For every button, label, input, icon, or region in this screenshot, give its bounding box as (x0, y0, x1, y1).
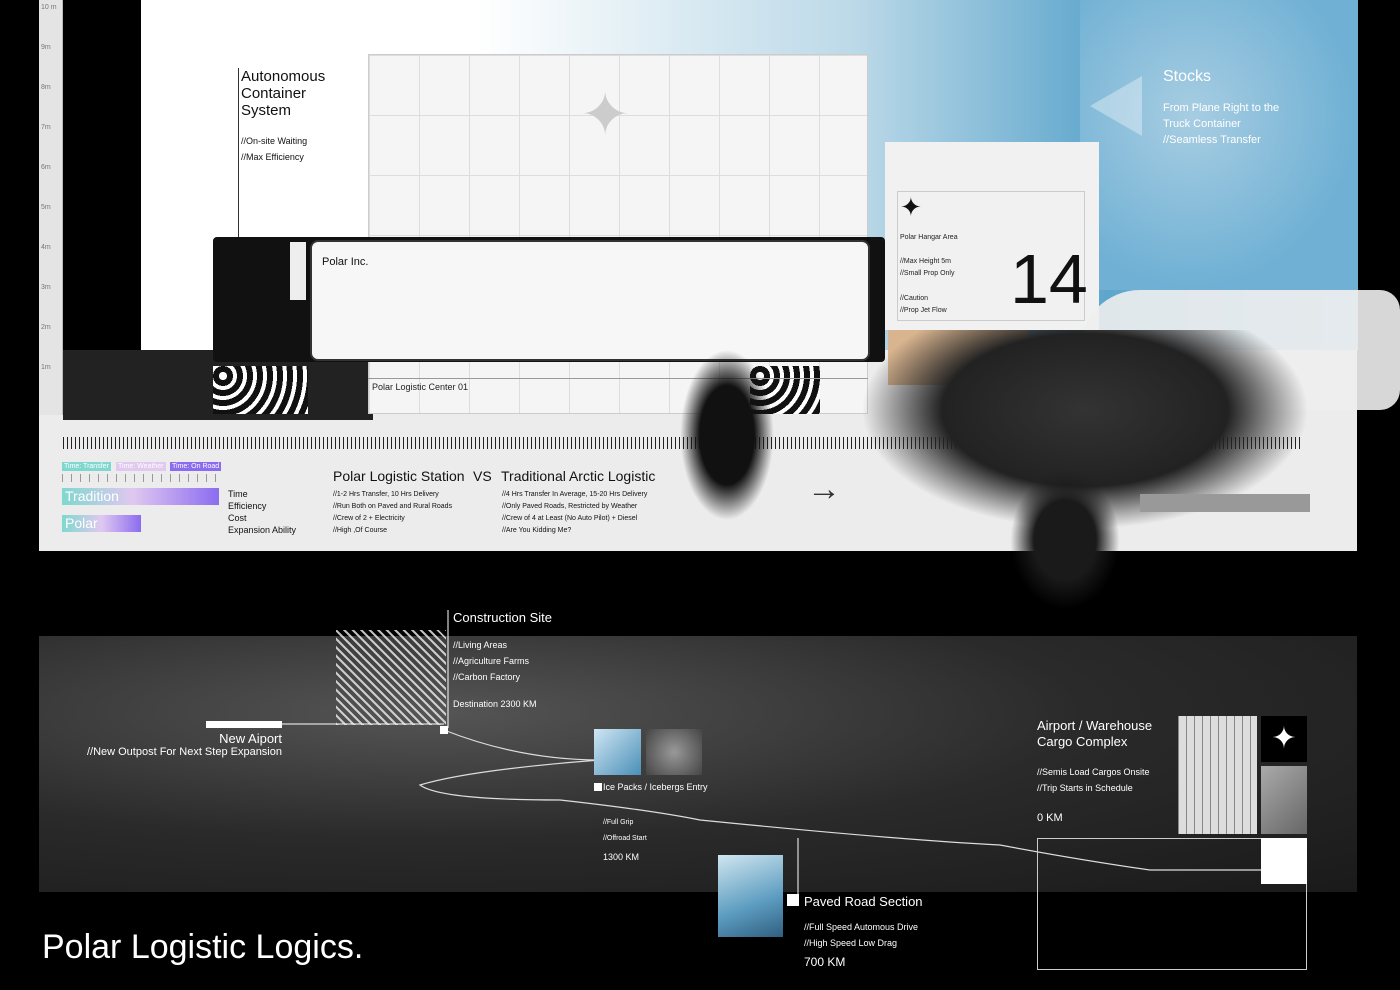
note: //Trip Starts in Schedule (1037, 783, 1133, 793)
note: //High Speed Low Drag (804, 938, 898, 948)
construction-label: Construction Site //Living Areas //Agric… (453, 610, 552, 709)
ice-notes: //Full Grip //Offroad Start 1300 KM (603, 815, 647, 865)
marker (1261, 838, 1307, 884)
airport-plan-drawing (1178, 716, 1257, 834)
note: //Living Areas (453, 640, 508, 650)
ice-title: Ice Packs / Icebergs Entry (603, 782, 708, 792)
distance: 0 KM (1037, 812, 1063, 824)
polar-star-icon: ✦ (1261, 716, 1307, 762)
note: //Agriculture Farms (453, 656, 530, 666)
distance: 1300 KM (603, 852, 640, 862)
note: //Semis Load Cargos Onsite (1037, 767, 1150, 777)
marker (440, 726, 448, 734)
note: //New Outpost For Next Step Expansion (86, 746, 282, 758)
crater-photo (646, 729, 702, 775)
note: //Full Grip (603, 819, 634, 826)
note: //Carbon Factory (453, 672, 521, 682)
ice-photo (594, 729, 641, 775)
new-airport-title: New Aiport (219, 731, 282, 746)
terrain-photo (1261, 766, 1307, 834)
note: //Full Speed Automous Drive (804, 922, 919, 932)
cargo-label: Airport / Warehouse Cargo Complex //Semi… (1037, 718, 1152, 824)
cargo-title: Airport / Warehouse (1037, 718, 1153, 733)
road-photo (718, 855, 783, 937)
note: //Offroad Start (603, 835, 647, 842)
construction-title: Construction Site (453, 610, 552, 625)
distance: 700 KM (804, 955, 846, 969)
new-airport-label: New Aiport //New Outpost For Next Step E… (87, 731, 282, 758)
runway-bar (206, 721, 282, 728)
construction-site-axonometric (336, 630, 446, 725)
page-title: Polar Logistic Logics. (42, 928, 364, 966)
road-title: Paved Road Section (804, 894, 923, 909)
road-label: Paved Road Section //Full Speed Automous… (804, 894, 923, 969)
distance: Destination 2300 KM (453, 699, 537, 709)
cargo-title: Cargo Complex (1037, 734, 1128, 749)
